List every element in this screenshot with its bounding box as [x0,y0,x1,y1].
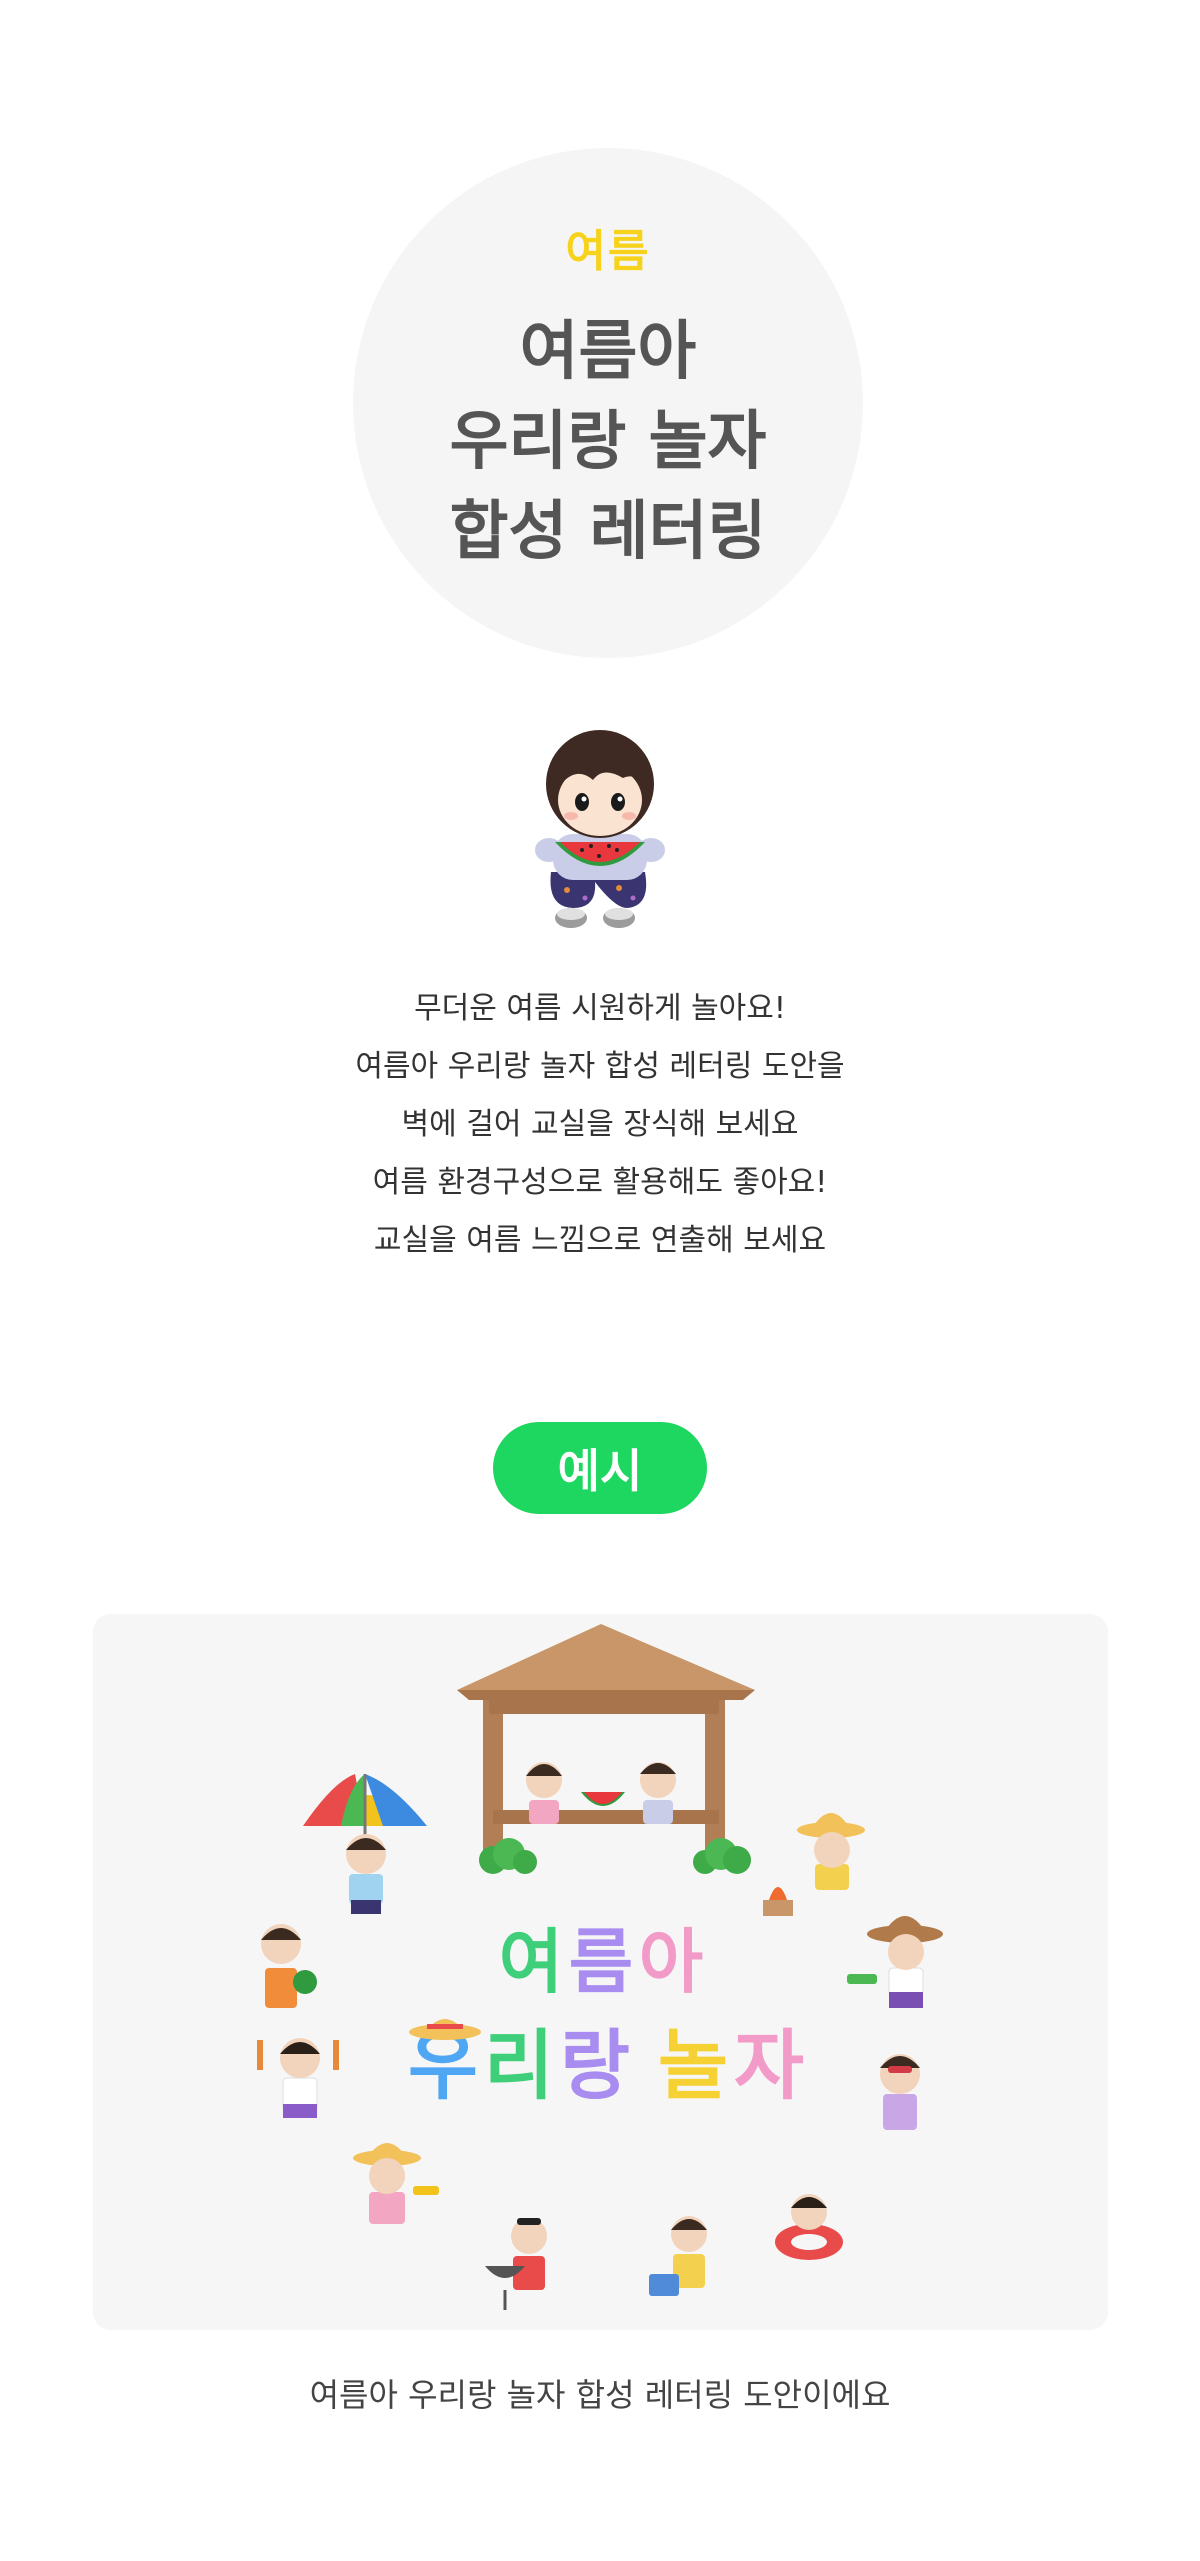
lettering-char: 자 [734,2021,804,2110]
lettering-char: 름 [569,1921,633,2003]
lettering-char: 여 [499,1921,563,2003]
hero-title-line-3: 합성 레터링 [449,495,767,569]
kid-photo [346,1834,386,1914]
lettering-char: 놀 [658,2021,728,2110]
kid-photo [775,2194,843,2260]
kid-photo [261,1924,317,2008]
kid-photo [526,1762,562,1824]
hero-title-line-2: 우리랑 놀자 [449,405,767,479]
kid-photo [880,2054,920,2130]
example-caption: 여름아 우리랑 놀자 합성 레터링 도안이에요 [309,2376,891,2414]
kid-photo [640,1762,676,1824]
kid-photo [353,2143,439,2224]
description-line-2: 여름아 우리랑 놀자 합성 레터링 도안을 [355,1049,845,1084]
kid-photo [649,2216,707,2296]
description-block: 무더운 여름 시원하게 놀아요! 여름아 우리랑 놀자 합성 레터링 도안을 벽… [0,980,1200,1270]
hero-title: 여름아 우리랑 놀자 합성 레터링 [450,307,767,577]
kid-photo [257,2038,339,2118]
hero-circle: 여름 여름아 우리랑 놀자 합성 레터링 [353,148,863,658]
description-line-3: 벽에 걸어 교실을 장식해 보세요 [401,1107,799,1142]
lettering-char: 리 [484,2021,554,2110]
kid-photo [797,1813,865,1890]
description-line-1: 무더운 여름 시원하게 놀아요! [414,991,786,1026]
mascot-illustration [535,730,665,928]
example-illustration: 여 름 아 우 리 랑 놀 자 [257,1624,943,2310]
kid-photo [847,1916,943,2008]
example-lettering: 여 름 아 우 리 랑 놀 자 [408,1921,804,2110]
description-line-4: 여름 환경구성으로 활용해도 좋아요! [372,1165,828,1200]
pavilion-illustration [457,1624,755,1874]
hero-title-line-1: 여름아 [519,315,697,389]
season-tag: 여름 [565,226,651,277]
kid-photo [485,2218,547,2310]
lettering-char: 아 [639,1921,703,2003]
example-image-card: 여 름 아 우 리 랑 놀 자 [93,1614,1108,2330]
description-line-5: 교실을 여름 느낌으로 연출해 보세요 [373,1223,827,1258]
example-badge: 예시 [493,1422,707,1514]
lettering-char: 랑 [560,2021,630,2110]
